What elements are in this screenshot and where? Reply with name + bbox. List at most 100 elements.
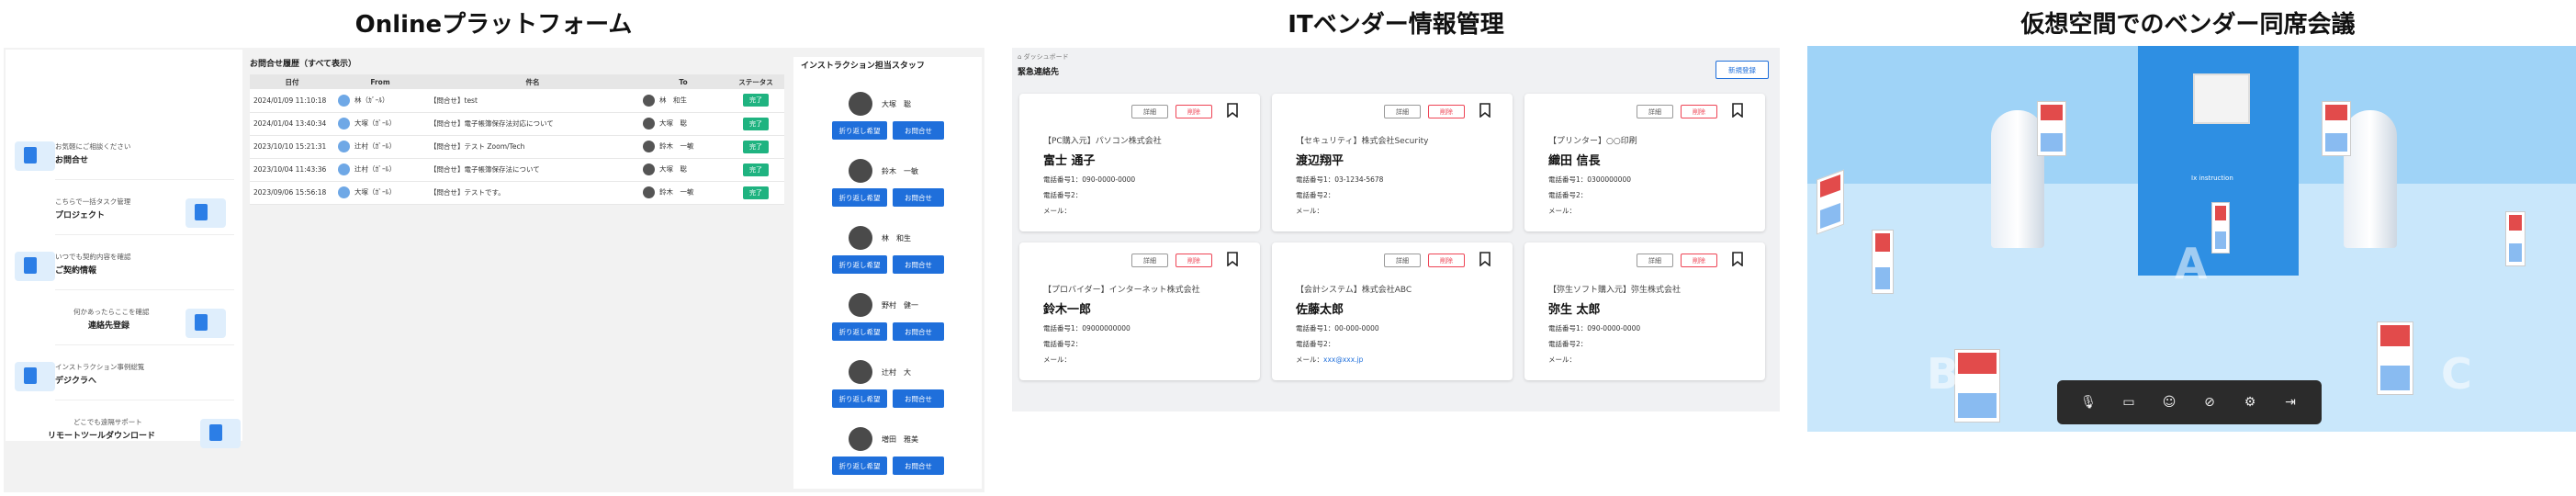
virtual-space-view[interactable]: Ix instruction A B C 🎙 ▭ ☺ ⊘ ⚙ ⇥ (1807, 46, 2576, 432)
from-name: 大塚（ｶﾞｰﾙ） (354, 118, 396, 128)
delete-button[interactable]: 削除 (1428, 105, 1465, 118)
exit-icon[interactable]: ⇥ (2281, 393, 2300, 411)
delete-button[interactable]: 削除 (1176, 254, 1212, 267)
vendor-card: 詳細 削除 【PC購入元】パソコン株式会社 富士 通子 電話番号1：090-00… (1019, 94, 1260, 231)
detail-button[interactable]: 詳細 (1131, 254, 1168, 267)
vendor-management-title: ITベンダー情報管理 (1288, 11, 1504, 39)
mic-off-icon[interactable]: 🎙 (2079, 393, 2098, 411)
poster-panel[interactable] (2322, 101, 2351, 156)
subject-cell: 【問合せ】test (426, 89, 639, 113)
bookmark-icon[interactable] (1479, 252, 1490, 266)
wall-display[interactable] (2193, 73, 2250, 124)
bookmark-icon[interactable] (1732, 103, 1743, 118)
inquiry-button[interactable]: お問合せ (893, 389, 944, 408)
vendor-card: 詳細 削除 【弥生ソフト購入元】弥生株式会社 弥生 太郎 電話番号1：090-0… (1524, 242, 1765, 380)
delete-button[interactable]: 削除 (1428, 254, 1465, 267)
poster-stand[interactable] (2377, 321, 2413, 395)
vendor-card: 詳細 削除 【セキュリティ】株式会社Security 渡辺翔平 電話番号1：03… (1272, 94, 1513, 231)
phone-2: 電話番号2： (1043, 191, 1083, 199)
sidebar-item-remote-tool[interactable]: どこでも遠隔サポート リモートツールダウンロード (48, 410, 241, 456)
inquiry-icon (15, 141, 55, 171)
vendor-category: 【PC購入元】パソコン株式会社 (1043, 137, 1162, 146)
poster-panel[interactable] (2037, 101, 2066, 156)
monitor-stand[interactable] (1817, 169, 1844, 235)
inquiry-button[interactable]: お問合せ (893, 121, 944, 140)
staff-card: 野村 健一 折り返し希望 お問合せ (793, 293, 982, 359)
sidebar-item-label: ご契約情報 (55, 266, 97, 276)
bookmark-icon[interactable] (1227, 252, 1238, 266)
delete-button[interactable]: 削除 (1176, 105, 1212, 118)
vendor-category: 【弥生ソフト購入元】弥生株式会社 (1548, 286, 1682, 295)
callback-button[interactable]: 折り返し希望 (832, 255, 887, 274)
avatar (643, 118, 655, 130)
sidebar-item-inquiry[interactable]: お気軽にご相談ください お問合せ (15, 134, 234, 180)
sidebar-item-label: お問合せ (55, 156, 89, 165)
inquiry-button[interactable]: お問合せ (893, 188, 944, 207)
new-register-button[interactable]: 新規登録 (1715, 61, 1769, 79)
callback-button[interactable]: 折り返し希望 (832, 188, 887, 207)
project-icon (186, 198, 226, 228)
phone-2: 電話番号2： (1296, 191, 1335, 199)
subject-cell: 【問合せ】テストです。 (426, 181, 639, 205)
sidebar-item-label: リモートツールダウンロード (48, 432, 156, 441)
vendor-card: 詳細 削除 【プリンター】○○印刷 織田 信長 電話番号1：0300000000… (1524, 94, 1765, 231)
floor-letter: A (2175, 239, 2208, 288)
column-header: ステータス (727, 74, 784, 89)
bookmark-icon[interactable] (1479, 103, 1490, 118)
table-row[interactable]: 2023/09/06 15:56:18 大塚（ｶﾞｰﾙ） 【問合せ】テストです。… (250, 181, 784, 205)
sidebar-item-label: 連絡先登録 (88, 321, 130, 331)
poster-stand[interactable] (1872, 230, 1894, 294)
staff-name: 鈴木 一敏 (882, 167, 918, 175)
detail-button[interactable]: 詳細 (1384, 105, 1421, 118)
emoji-icon[interactable]: ☺ (2160, 393, 2178, 411)
bookmark-icon[interactable] (1732, 252, 1743, 266)
sidebar-item-digikura[interactable]: インストラクション事例総覧 デジクラへ (15, 355, 234, 400)
email-link[interactable]: xxx@xxx.jp (1323, 355, 1363, 364)
sidebar-item-sub: いつでも契約内容を確認 (55, 253, 131, 261)
email-line: メール： (1043, 355, 1071, 365)
phone-1: 電話番号1：00-000-0000 (1296, 324, 1379, 333)
from-cell: 大塚（ｶﾞｰﾙ） (334, 112, 426, 136)
sidebar-item-sub: 何かあったらここを確認 (73, 308, 150, 316)
avatar (338, 141, 350, 152)
poster-stand[interactable] (2211, 202, 2230, 254)
table-row[interactable]: 2023/10/10 15:21:31 辻村（ｶﾞｰﾙ） 【問合せ】テスト Zo… (250, 135, 784, 159)
status-cell: 完了 (727, 135, 784, 159)
vendor-contact-name: 鈴木一郎 (1043, 303, 1092, 317)
from-cell: 辻村（ｶﾞｰﾙ） (334, 158, 426, 182)
detail-button[interactable]: 詳細 (1384, 254, 1421, 267)
inquiry-button[interactable]: お問合せ (893, 322, 944, 341)
camera-off-icon[interactable]: ▭ (2120, 393, 2138, 411)
table-row[interactable]: 2023/10/04 11:43:36 辻村（ｶﾞｰﾙ） 【問合せ】電子帳簿保存… (250, 158, 784, 182)
date-cell: 2024/01/09 11:10:18 (250, 89, 334, 113)
sidebar-item-project[interactable]: こちらで一括タスク管理 プロジェクト (55, 189, 234, 235)
sidebar-item-contact[interactable]: 何かあったらここを確認 連絡先登録 (55, 299, 234, 345)
avatar (643, 163, 655, 175)
delete-button[interactable]: 削除 (1681, 105, 1717, 118)
date-cell: 2023/10/10 15:21:31 (250, 135, 334, 159)
detail-button[interactable]: 詳細 (1637, 254, 1673, 267)
table-row[interactable]: 2024/01/09 11:10:18 林（ｶﾞｰﾙ） 【問合せ】test 林 … (250, 89, 784, 113)
bookmark-icon[interactable] (1227, 103, 1238, 118)
detail-button[interactable]: 詳細 (1637, 105, 1673, 118)
delete-button[interactable]: 削除 (1681, 254, 1717, 267)
vendor-contact-name: 織田 信長 (1548, 154, 1601, 168)
column-header: 日付 (250, 74, 334, 89)
inquiry-button[interactable]: お問合せ (893, 457, 944, 475)
callback-button[interactable]: 折り返し希望 (832, 389, 887, 408)
callback-button[interactable]: 折り返し希望 (832, 457, 887, 475)
poster-stand[interactable] (1954, 349, 2000, 423)
contact-icon (186, 309, 226, 338)
settings-icon[interactable]: ⚙ (2241, 393, 2259, 411)
callback-button[interactable]: 折り返し希望 (832, 121, 887, 140)
inquiry-button[interactable]: お問合せ (893, 255, 944, 274)
callback-button[interactable]: 折り返し希望 (832, 322, 887, 341)
sidebar-item-contract[interactable]: いつでも契約内容を確認 ご契約情報 (15, 244, 234, 290)
status-badge: 完了 (743, 163, 769, 176)
breadcrumb[interactable]: ⌂ ダッシュボード (1018, 52, 1069, 62)
poster-stand[interactable] (2505, 211, 2525, 266)
block-icon[interactable]: ⊘ (2200, 393, 2219, 411)
table-row[interactable]: 2024/01/04 13:40:34 大塚（ｶﾞｰﾙ） 【問合せ】電子帳簿保存… (250, 112, 784, 136)
online-platform-panel: お気軽にご相談ください お問合せ こちらで一括タスク管理 プロジェクト いつでも… (4, 48, 984, 492)
detail-button[interactable]: 詳細 (1131, 105, 1168, 118)
